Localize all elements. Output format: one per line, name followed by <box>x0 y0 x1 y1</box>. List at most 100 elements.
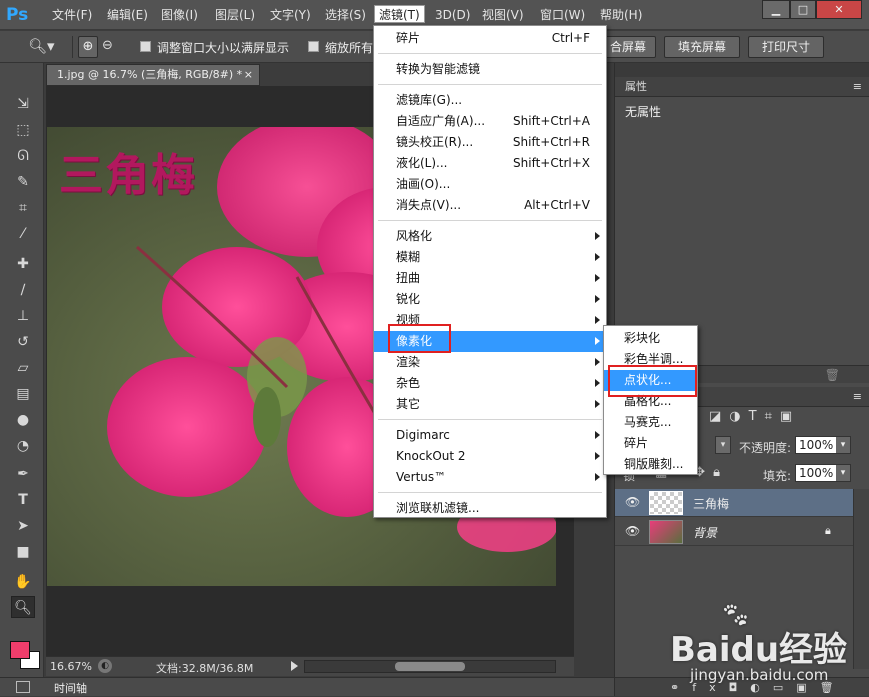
zoom-tool-icon-selected[interactable]: 🔍︎ <box>11 596 35 618</box>
filter-menu-item[interactable]: 液化(L)... Shift+Ctrl+X <box>374 153 606 174</box>
close-tab-icon[interactable]: × <box>244 65 253 85</box>
history-brush-icon[interactable]: ↺ <box>11 331 35 353</box>
layer-name[interactable]: 三角梅 <box>693 495 729 512</box>
layer-row[interactable]: 👁︎ 背景 🔒︎ <box>615 518 853 546</box>
pixelate-submenu-item[interactable]: 马赛克... <box>604 412 697 433</box>
timeline-icon[interactable] <box>16 681 30 693</box>
filter-menu-item[interactable]: 扭曲 <box>374 268 606 289</box>
hand-tool-icon[interactable]: ✋ <box>11 571 35 593</box>
resize-window-checkbox[interactable] <box>140 41 151 52</box>
move-tool-icon[interactable]: ⇲ <box>11 93 35 115</box>
status-info-icon[interactable]: ◐ <box>98 659 112 673</box>
menu-3d[interactable]: 3D(D) <box>435 6 470 24</box>
fill-value: 100% <box>799 466 834 480</box>
layer-filter-icons[interactable]: ◪◑T⌗▣ <box>709 409 849 427</box>
timeline-label[interactable]: 时间轴 <box>54 680 87 696</box>
blend-mode-arrow-icon[interactable]: ▾ <box>715 436 731 454</box>
filter-menu-item[interactable]: 模糊 <box>374 247 606 268</box>
path-select-icon[interactable]: ➤ <box>11 515 35 537</box>
horizontal-scrollbar[interactable] <box>304 660 556 673</box>
opacity-arrow-icon[interactable]: ▾ <box>836 437 850 453</box>
status-menu-arrow-icon[interactable] <box>291 661 298 671</box>
menu-type[interactable]: 文字(Y) <box>270 6 311 24</box>
visibility-eye-icon[interactable]: 👁︎ <box>625 495 640 509</box>
eyedropper-tool-icon[interactable]: ⁄ <box>11 223 35 245</box>
menu-layer[interactable]: 图层(L) <box>215 6 255 24</box>
menu-image[interactable]: 图像(I) <box>161 6 198 24</box>
properties-title[interactable]: 属性 <box>625 80 647 93</box>
minimize-icon[interactable]: ▁ <box>762 0 790 19</box>
fill-screen-button[interactable]: 填充屏幕 <box>664 36 740 58</box>
maximize-icon[interactable]: □ <box>790 0 816 19</box>
filter-menu-item[interactable]: 油画(O)... <box>374 174 606 195</box>
filter-menu-item[interactable]: 其它 <box>374 394 606 415</box>
watermark-url: jingyan.baidu.com <box>690 666 829 684</box>
marquee-tool-icon[interactable]: ⬚ <box>11 119 35 141</box>
filter-menu-item[interactable]: 转换为智能滤镜 <box>374 59 606 80</box>
layer-name[interactable]: 背景 <box>693 524 717 541</box>
filter-menu-item[interactable]: 风格化 <box>374 226 606 247</box>
layers-menu-icon[interactable]: ≡ <box>853 387 862 407</box>
properties-panel-header: 属性 ≡ <box>615 77 869 97</box>
filter-menu-item[interactable]: KnockOut 2 <box>374 446 606 467</box>
zoom-all-checkbox[interactable] <box>308 41 319 52</box>
filter-menu-item[interactable]: 自适应广角(A)... Shift+Ctrl+A <box>374 111 606 132</box>
layer-row[interactable]: 👁︎ 三角梅 <box>615 489 853 517</box>
fill-field[interactable]: 100% ▾ <box>795 464 851 482</box>
zoom-out-icon[interactable]: ⊖ <box>102 38 120 56</box>
filter-menu-item[interactable]: 浏览联机滤镜... <box>374 498 606 519</box>
fit-screen-button[interactable]: 合屏幕 <box>600 36 656 58</box>
trash-icon[interactable]: 🗑︎ <box>825 368 840 382</box>
watermark: 🐾︎ Baidu经验 jingyan.baidu.com <box>670 600 865 690</box>
opacity-field[interactable]: 100% ▾ <box>795 436 851 454</box>
menu-view[interactable]: 视图(V) <box>482 6 524 24</box>
menu-select[interactable]: 选择(S) <box>325 6 366 24</box>
menu-window[interactable]: 窗口(W) <box>540 6 585 24</box>
dodge-tool-icon[interactable]: ◔ <box>11 435 35 457</box>
submenu-arrow-icon <box>595 232 600 240</box>
visibility-eye-icon[interactable]: 👁︎ <box>625 524 640 538</box>
filter-menu-item[interactable]: 镜头校正(R)... Shift+Ctrl+R <box>374 132 606 153</box>
menu-file[interactable]: 文件(F) <box>52 6 92 24</box>
gradient-tool-icon[interactable]: ▤ <box>11 383 35 405</box>
quick-select-tool-icon[interactable]: ✎ <box>11 171 35 193</box>
filter-menu-item[interactable]: 渲染 <box>374 352 606 373</box>
close-icon[interactable]: ✕ <box>816 0 862 19</box>
pen-tool-icon[interactable]: ✒ <box>11 463 35 485</box>
shape-tool-icon[interactable]: ■ <box>11 541 35 563</box>
document-tab[interactable]: 1.jpg @ 16.7% (三角梅, RGB/8#) * × <box>46 64 260 86</box>
crop-tool-icon[interactable]: ⌗ <box>11 197 35 219</box>
type-tool-icon[interactable]: T <box>11 489 35 511</box>
filter-menu-item-label: 消失点(V)... <box>396 198 462 212</box>
pixelate-submenu-item[interactable]: 铜版雕刻... <box>604 454 697 475</box>
zoom-in-icon[interactable]: ⊕ <box>78 36 98 58</box>
lasso-tool-icon[interactable]: ᘏ <box>11 145 35 167</box>
pixelate-submenu-item[interactable]: 碎片 <box>604 433 697 454</box>
menu-filter[interactable]: 滤镜(T) <box>374 5 425 23</box>
pixelate-submenu-item[interactable]: 彩块化 <box>604 328 697 349</box>
filter-menu-item[interactable]: Vertus™ <box>374 467 606 488</box>
filter-menu-item[interactable]: 杂色 <box>374 373 606 394</box>
filter-menu-item[interactable]: 滤镜库(G)... <box>374 90 606 111</box>
stamp-tool-icon[interactable]: ⊥ <box>11 305 35 327</box>
menu-separator <box>378 220 602 221</box>
print-size-button[interactable]: 打印尺寸 <box>748 36 824 58</box>
brush-tool-icon[interactable]: ∕ <box>11 279 35 301</box>
filter-menu-item[interactable]: 锐化 <box>374 289 606 310</box>
filter-menu-item[interactable]: Digimarc <box>374 425 606 446</box>
healing-brush-icon[interactable]: ✚ <box>11 253 35 275</box>
eraser-tool-icon[interactable]: ▱ <box>11 357 35 379</box>
blur-tool-icon[interactable]: ● <box>11 409 35 431</box>
filter-menu-item-label: 风格化 <box>396 229 433 243</box>
filter-menu-item-label: 碎片 <box>396 31 421 45</box>
filter-menu-item[interactable]: 碎片 Ctrl+F <box>374 28 606 49</box>
menu-separator <box>378 419 602 420</box>
menu-help[interactable]: 帮助(H) <box>600 6 642 24</box>
zoom-tool-icon[interactable]: 🔍︎▾ <box>28 37 58 57</box>
menu-edit[interactable]: 编辑(E) <box>107 6 148 24</box>
filter-menu-item[interactable]: 消失点(V)... Alt+Ctrl+V <box>374 195 606 216</box>
zoom-level[interactable]: 16.67% <box>50 660 92 673</box>
panel-menu-icon[interactable]: ≡ <box>853 77 862 97</box>
scrollbar-thumb[interactable] <box>395 662 465 671</box>
fill-arrow-icon[interactable]: ▾ <box>836 465 850 481</box>
